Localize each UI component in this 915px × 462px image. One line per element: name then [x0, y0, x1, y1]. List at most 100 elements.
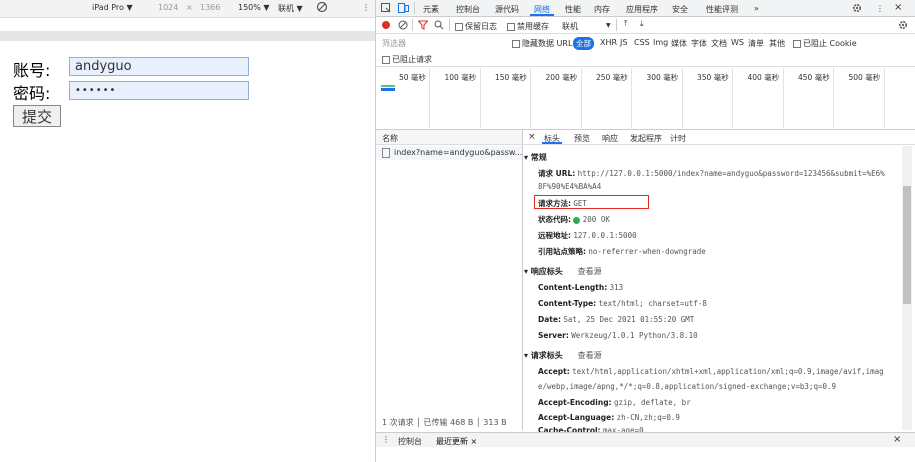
tab-elements[interactable]: 元素	[423, 4, 439, 15]
close-drawer-icon[interactable]: ×	[893, 434, 901, 445]
device-toolbar: iPad Pro ▼ 1024 × 1366 150% ▼ 联机 ▼ ⋮	[0, 0, 375, 18]
filter-icon[interactable]	[417, 20, 429, 32]
request-name: index?name=andyguo&passw...	[394, 148, 523, 157]
width-input[interactable]: 1024	[158, 3, 178, 12]
tab-application[interactable]: 应用程序	[626, 4, 658, 15]
tab-response[interactable]: 响应	[602, 133, 618, 144]
general-section-title[interactable]: ▾ 常规	[524, 152, 547, 163]
accept-language-label: Accept-Language:	[538, 413, 615, 422]
timeline-bar	[381, 88, 395, 91]
timeline-gridline	[782, 68, 784, 128]
zoom-select[interactable]: 150% ▼	[238, 3, 270, 12]
filter-xhr[interactable]: XHR	[600, 38, 617, 47]
rotate-icon[interactable]	[316, 1, 328, 15]
accept-value-continued: e/webp,image/apng,*/*;q=0.8,application/…	[538, 382, 837, 391]
active-tab-indicator	[530, 14, 554, 16]
status-code-row: 状态代码: 200 OK	[538, 214, 610, 225]
timeline-tick-label: 50 毫秒	[399, 73, 426, 82]
close-devtools-icon[interactable]: ×	[894, 2, 902, 13]
network-select[interactable]: 联机 ▼	[278, 3, 303, 14]
timeline-tick-label: 150 毫秒	[495, 73, 527, 82]
disable-cache-checkbox[interactable]: 禁用缓存	[507, 21, 549, 32]
drawer-menu-icon[interactable]: ⋮	[382, 435, 390, 444]
referrer-policy-row: 引用站点策略: no-referrer-when-downgrade	[538, 246, 706, 257]
timeline-tick-label: 200 毫秒	[545, 73, 578, 82]
customize-icon[interactable]: ⋮	[876, 4, 884, 13]
filter-other[interactable]: 其他	[769, 38, 785, 49]
filter-manifest[interactable]: 清单	[748, 38, 764, 49]
submit-button[interactable]: 提交	[13, 105, 61, 127]
referrer-policy-value: no-referrer-when-downgrade	[588, 247, 706, 256]
height-input[interactable]: 1366	[200, 3, 220, 12]
request-url-value: http://127.0.0.1:5000/index?name=andyguo…	[577, 169, 885, 178]
scrollbar-thumb[interactable]	[903, 186, 911, 304]
request-url-row: 请求 URL: http://127.0.0.1:5000/index?name…	[538, 168, 885, 179]
drawer-tab-console[interactable]: 控制台	[398, 436, 422, 447]
tab-initiator[interactable]: 发起程序	[630, 133, 662, 144]
tab-sources[interactable]: 源代码	[495, 4, 519, 15]
request-list-header[interactable]: 名称	[376, 130, 522, 145]
import-har-icon[interactable]: ⤒	[624, 19, 628, 29]
timeline-tick-label: 400 毫秒	[747, 73, 780, 82]
detail-active-indicator	[542, 142, 562, 144]
tab-memory[interactable]: 内存	[594, 4, 610, 15]
timeline-gridline	[429, 68, 430, 128]
timeline-tick-label: 300 毫秒	[646, 73, 679, 82]
more-icon[interactable]: ⋮	[362, 3, 370, 12]
filter-doc[interactable]: 文档	[711, 38, 727, 49]
tab-lighthouse[interactable]: 性能评测	[706, 4, 738, 15]
device-select[interactable]: iPad Pro ▼	[92, 3, 133, 12]
account-label: 账号:	[13, 61, 51, 80]
hide-data-urls-checkbox[interactable]: 隐藏数据 URL	[512, 38, 572, 49]
tab-performance[interactable]: 性能	[565, 4, 581, 15]
export-har-icon[interactable]: ⤓	[640, 19, 644, 29]
remote-address-value: 127.0.0.1:5000	[573, 231, 637, 240]
filter-js[interactable]: JS	[620, 38, 627, 47]
ruler-strip	[0, 31, 375, 41]
tab-more[interactable]: »	[754, 4, 759, 13]
request-view-source-link[interactable]: 查看源	[578, 351, 602, 360]
filter-css[interactable]: CSS	[634, 38, 650, 47]
blocked-cookies-checkbox[interactable]: 已阻止 Cookie	[793, 38, 857, 49]
timeline-gridline	[479, 68, 481, 128]
remote-address-row: 远程地址: 127.0.0.1:5000	[538, 230, 637, 241]
response-headers-title[interactable]: ▾ 响应标头 查看源	[524, 266, 602, 277]
request-headers-title[interactable]: ▾ 请求标头 查看源	[524, 350, 602, 361]
request-url-continued: 8F%90%E4%BA%A4	[538, 182, 602, 191]
record-icon[interactable]	[382, 21, 390, 29]
times-sign: ×	[186, 3, 193, 12]
tab-security[interactable]: 安全	[672, 4, 688, 15]
accept-value: text/html,application/xhtml+xml,applicat…	[572, 367, 884, 376]
request-row[interactable]: index?name=andyguo&passw...	[376, 146, 522, 160]
close-detail-icon[interactable]: ×	[528, 132, 536, 142]
settings-icon[interactable]	[852, 3, 862, 15]
filter-media[interactable]: 媒体	[671, 38, 687, 49]
timeline-tick-label: 350 毫秒	[697, 73, 729, 82]
password-input[interactable]: ••••••	[69, 81, 249, 100]
response-view-source-link[interactable]: 查看源	[578, 267, 602, 276]
filter-input[interactable]: 筛选器	[382, 38, 406, 49]
timeline-bar-wait	[381, 85, 395, 87]
throttle-select[interactable]: 联机	[562, 21, 578, 32]
drawer-tab-whats-new[interactable]: 最近更新 ×	[436, 436, 477, 447]
timeline-gridline	[631, 68, 632, 128]
network-settings-icon[interactable]	[898, 20, 908, 32]
clear-icon[interactable]	[398, 20, 408, 32]
tab-preview[interactable]: 预览	[574, 133, 590, 144]
preserve-log-checkbox[interactable]: 保留日志	[455, 21, 497, 32]
blocked-requests-label: 已阻止请求	[392, 55, 432, 64]
filter-font[interactable]: 字体	[691, 38, 707, 49]
filter-all-button[interactable]: 全部	[573, 37, 594, 50]
filter-ws[interactable]: WS	[731, 38, 744, 47]
inspect-icon[interactable]	[381, 3, 391, 15]
tab-timing[interactable]: 计时	[670, 133, 686, 144]
blocked-requests-checkbox[interactable]: 已阻止请求	[382, 54, 432, 65]
tab-console[interactable]: 控制台	[456, 4, 480, 15]
accept-encoding-value: gzip, deflate, br	[613, 398, 691, 407]
device-mode-icon[interactable]	[398, 3, 409, 15]
timeline-gridline	[732, 68, 733, 128]
detail-scrollbar[interactable]	[902, 146, 912, 430]
search-icon[interactable]	[434, 20, 444, 32]
account-input[interactable]: andyguo	[69, 57, 249, 76]
filter-img[interactable]: Img	[653, 38, 668, 47]
